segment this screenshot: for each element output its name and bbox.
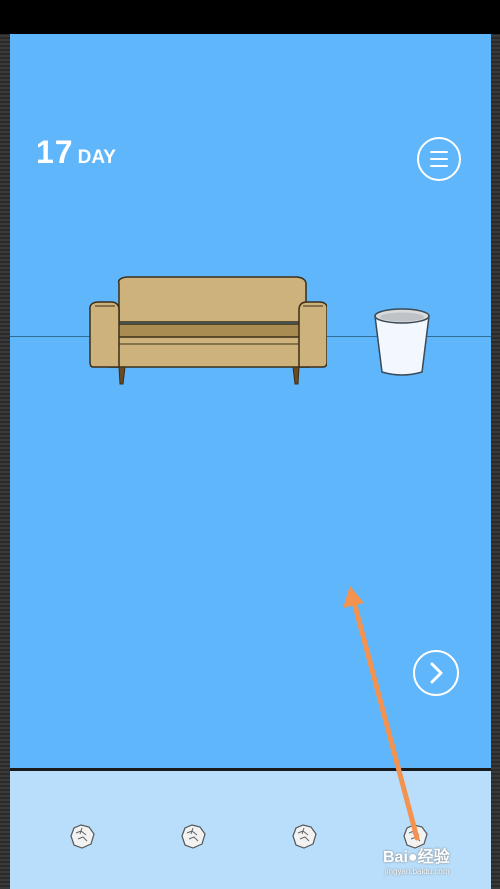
paw-icon: ● [407,849,418,866]
day-label: DAY [77,147,116,168]
inventory-item-crumpled-paper-icon[interactable] [67,821,97,851]
inventory-item-crumpled-paper-icon[interactable] [289,821,319,851]
day-counter: 17 DAY [36,134,116,171]
inventory-item-crumpled-paper-icon[interactable] [178,821,208,851]
watermark-brand-cn: 经验 [417,849,450,866]
left-bezel [0,34,10,889]
day-number: 17 [36,134,74,170]
sofa[interactable] [87,274,327,386]
watermark-url: jingyan.baidu.com [385,867,450,876]
status-bar [0,0,500,34]
watermark-brand: Bai [383,849,408,866]
chevron-right-icon [430,662,443,684]
game-scene: 17 DAY [10,34,491,768]
watermark: Bai●经验 jingyan.baidu.com [383,843,450,876]
menu-button[interactable] [417,137,461,181]
trash-bin[interactable] [372,306,432,378]
next-room-button[interactable] [413,650,459,696]
right-bezel [491,34,500,889]
